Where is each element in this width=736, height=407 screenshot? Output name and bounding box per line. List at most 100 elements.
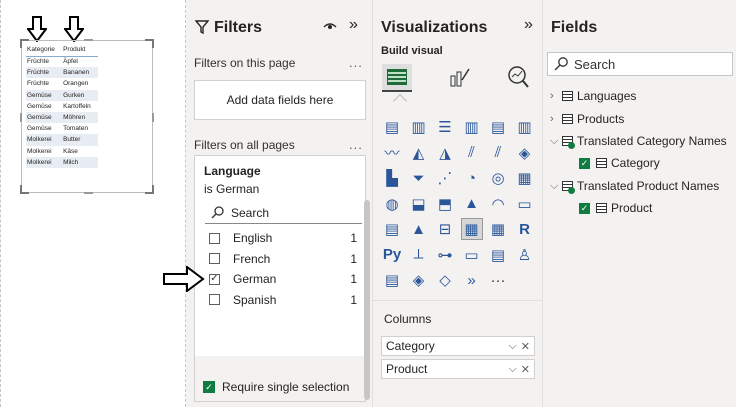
table-visual[interactable]: Kategorie Produkt Früchte Äpfel Früchte Ban… [20,39,154,194]
analytics-icon[interactable] [506,65,530,89]
multi-row-card-icon[interactable]: ▤ [381,218,403,240]
field-table-languages[interactable]: › Languages [550,89,636,103]
fields-search-input[interactable]: Search [547,52,733,76]
qa-icon[interactable]: ▭ [461,244,483,266]
gauge-icon[interactable]: ◠ [487,193,509,215]
chevron-right-icon[interactable]: › [550,113,560,125]
require-single-selection-toggle[interactable]: ✓ Require single selection [203,380,349,394]
100-bar-chart[interactable]: ▤ [487,116,509,138]
language-filter-card[interactable]: Language is German Search English 1 Fren… [194,155,366,402]
checkbox-checked-icon[interactable]: ✓ [579,157,590,169]
chevron-down-icon[interactable]: ⌵ [550,180,560,193]
table-icon[interactable]: ▦ [460,218,483,240]
table-row[interactable]: Gemüse Gurken [26,89,98,101]
goals-icon[interactable]: ♙ [514,244,536,266]
ribbon-chart[interactable]: ◈ [514,142,536,164]
resize-handle[interactable] [84,39,93,41]
slicer-icon[interactable]: ⊟ [434,218,456,240]
shape-map-icon[interactable]: ⬒ [434,193,456,215]
power-apps-icon[interactable]: ◈ [408,269,430,291]
scatter-chart[interactable]: ⋰ [434,167,456,189]
collapse-chevron-icon[interactable]: » [349,16,358,34]
clustered-column-chart[interactable]: ▥ [461,116,483,138]
100-column-chart[interactable]: ▥ [514,116,536,138]
card-icon[interactable]: ▭ [514,193,536,215]
stacked-column-chart[interactable]: ▥ [408,116,430,138]
filter-option-french[interactable]: French 1 [209,250,357,268]
resize-corner[interactable] [145,39,154,48]
filter-option-german[interactable]: ✓ German 1 [209,270,357,288]
resize-corner[interactable] [145,185,154,194]
table-row[interactable]: Früchte Bananen [26,67,98,79]
python-visual-icon[interactable]: Py [381,244,403,266]
narrative-icon[interactable]: ▤ [487,244,509,266]
build-visual-tab[interactable] [382,64,412,92]
checkbox-checked-icon[interactable]: ✓ [209,273,220,285]
waterfall-chart[interactable]: ▙ [381,167,403,189]
line-chart[interactable]: 〰 [381,142,403,164]
decomposition-tree-icon[interactable]: ⊶ [434,244,456,266]
filled-map-icon[interactable]: ⬓ [408,193,430,215]
line-column-chart[interactable]: ⫽ [461,142,483,164]
table-row[interactable]: Früchte Orangen [26,78,98,89]
key-influencers-icon[interactable]: ⟂ [408,244,430,266]
field-table-translated-product-names[interactable]: ⌵ Translated Product Names [550,179,719,194]
column-header[interactable]: Kategorie [26,44,63,57]
table-row[interactable]: Gemüse Tomaten [26,123,98,134]
column-header[interactable]: Produkt [62,44,98,57]
chevron-down-icon[interactable]: ⌵ [550,135,560,148]
chevron-down-icon[interactable]: ⌵ [508,363,516,376]
donut-chart[interactable]: ◎ [487,167,509,189]
clustered-bar-chart[interactable]: ☰ [434,116,456,138]
resize-handle[interactable] [84,192,93,194]
close-icon[interactable]: ✕ [521,363,530,376]
line-clustered-chart[interactable]: ⫽ [487,142,509,164]
field-table-products[interactable]: › Products [550,112,624,126]
resize-corner[interactable] [20,185,29,194]
table-row[interactable]: Molkerei Butter [26,134,98,146]
power-automate-icon[interactable]: ◇ [434,269,456,291]
eye-icon[interactable] [323,22,337,32]
stacked-area-chart[interactable]: ◮ [434,142,456,164]
checkbox-icon[interactable] [209,232,220,244]
checkbox-checked-icon[interactable]: ✓ [579,202,590,214]
paginated-report-icon[interactable]: ▤ [381,269,403,291]
flow-icon[interactable]: » [461,269,483,291]
scrollbar[interactable] [364,200,370,400]
kpi-icon[interactable]: ▲ [408,218,430,240]
filter-option-spanish[interactable]: Spanish 1 [209,291,357,309]
funnel-chart[interactable]: ⏷ [408,167,430,189]
map-icon[interactable]: ◍ [381,193,403,215]
area-chart[interactable]: ◭ [408,142,430,164]
r-visual-icon[interactable]: R [514,218,536,240]
field-item-category[interactable]: ✓ Category [579,156,660,170]
field-table-translated-category-names[interactable]: ⌵ Translated Category Names [550,134,727,149]
table-row[interactable]: Molkerei Käse [26,146,98,157]
more-options-icon[interactable]: ... [349,137,363,152]
chevron-right-icon[interactable]: › [550,90,560,102]
checkbox-icon[interactable] [209,294,220,305]
resize-handle[interactable] [152,113,154,122]
filter-option-english[interactable]: English 1 [209,229,357,247]
stacked-bar-chart[interactable]: ▤ [381,116,403,138]
column-well-product[interactable]: Product ⌵ ✕ [381,359,535,379]
checkbox-icon[interactable] [209,253,220,264]
azure-map-icon[interactable]: ▲ [461,193,483,215]
collapse-chevron-icon[interactable]: » [524,16,533,34]
table-row[interactable]: Gemüse Möhren [26,111,98,124]
resize-handle[interactable] [20,113,22,122]
chevron-down-icon[interactable]: ⌵ [508,340,516,353]
field-item-product[interactable]: ✓ Product [579,201,652,215]
format-visual-icon[interactable] [449,66,471,88]
add-data-fields-dropzone[interactable]: Add data fields here [194,80,366,120]
column-well-category[interactable]: Category ⌵ ✕ [381,336,535,356]
more-options-icon[interactable]: ... [349,55,363,70]
close-icon[interactable]: ✕ [521,340,530,353]
pie-chart[interactable]: ◔ [461,167,483,189]
table-row[interactable]: Gemüse Kartoffeln [26,101,98,112]
more-visuals-icon[interactable]: ··· [487,269,509,291]
table-row[interactable]: Früchte Äpfel [26,56,98,67]
treemap-chart[interactable]: ▦ [514,167,536,189]
matrix-icon[interactable]: ▦ [487,218,509,240]
table-row[interactable]: Molkerei Milch [26,156,98,168]
